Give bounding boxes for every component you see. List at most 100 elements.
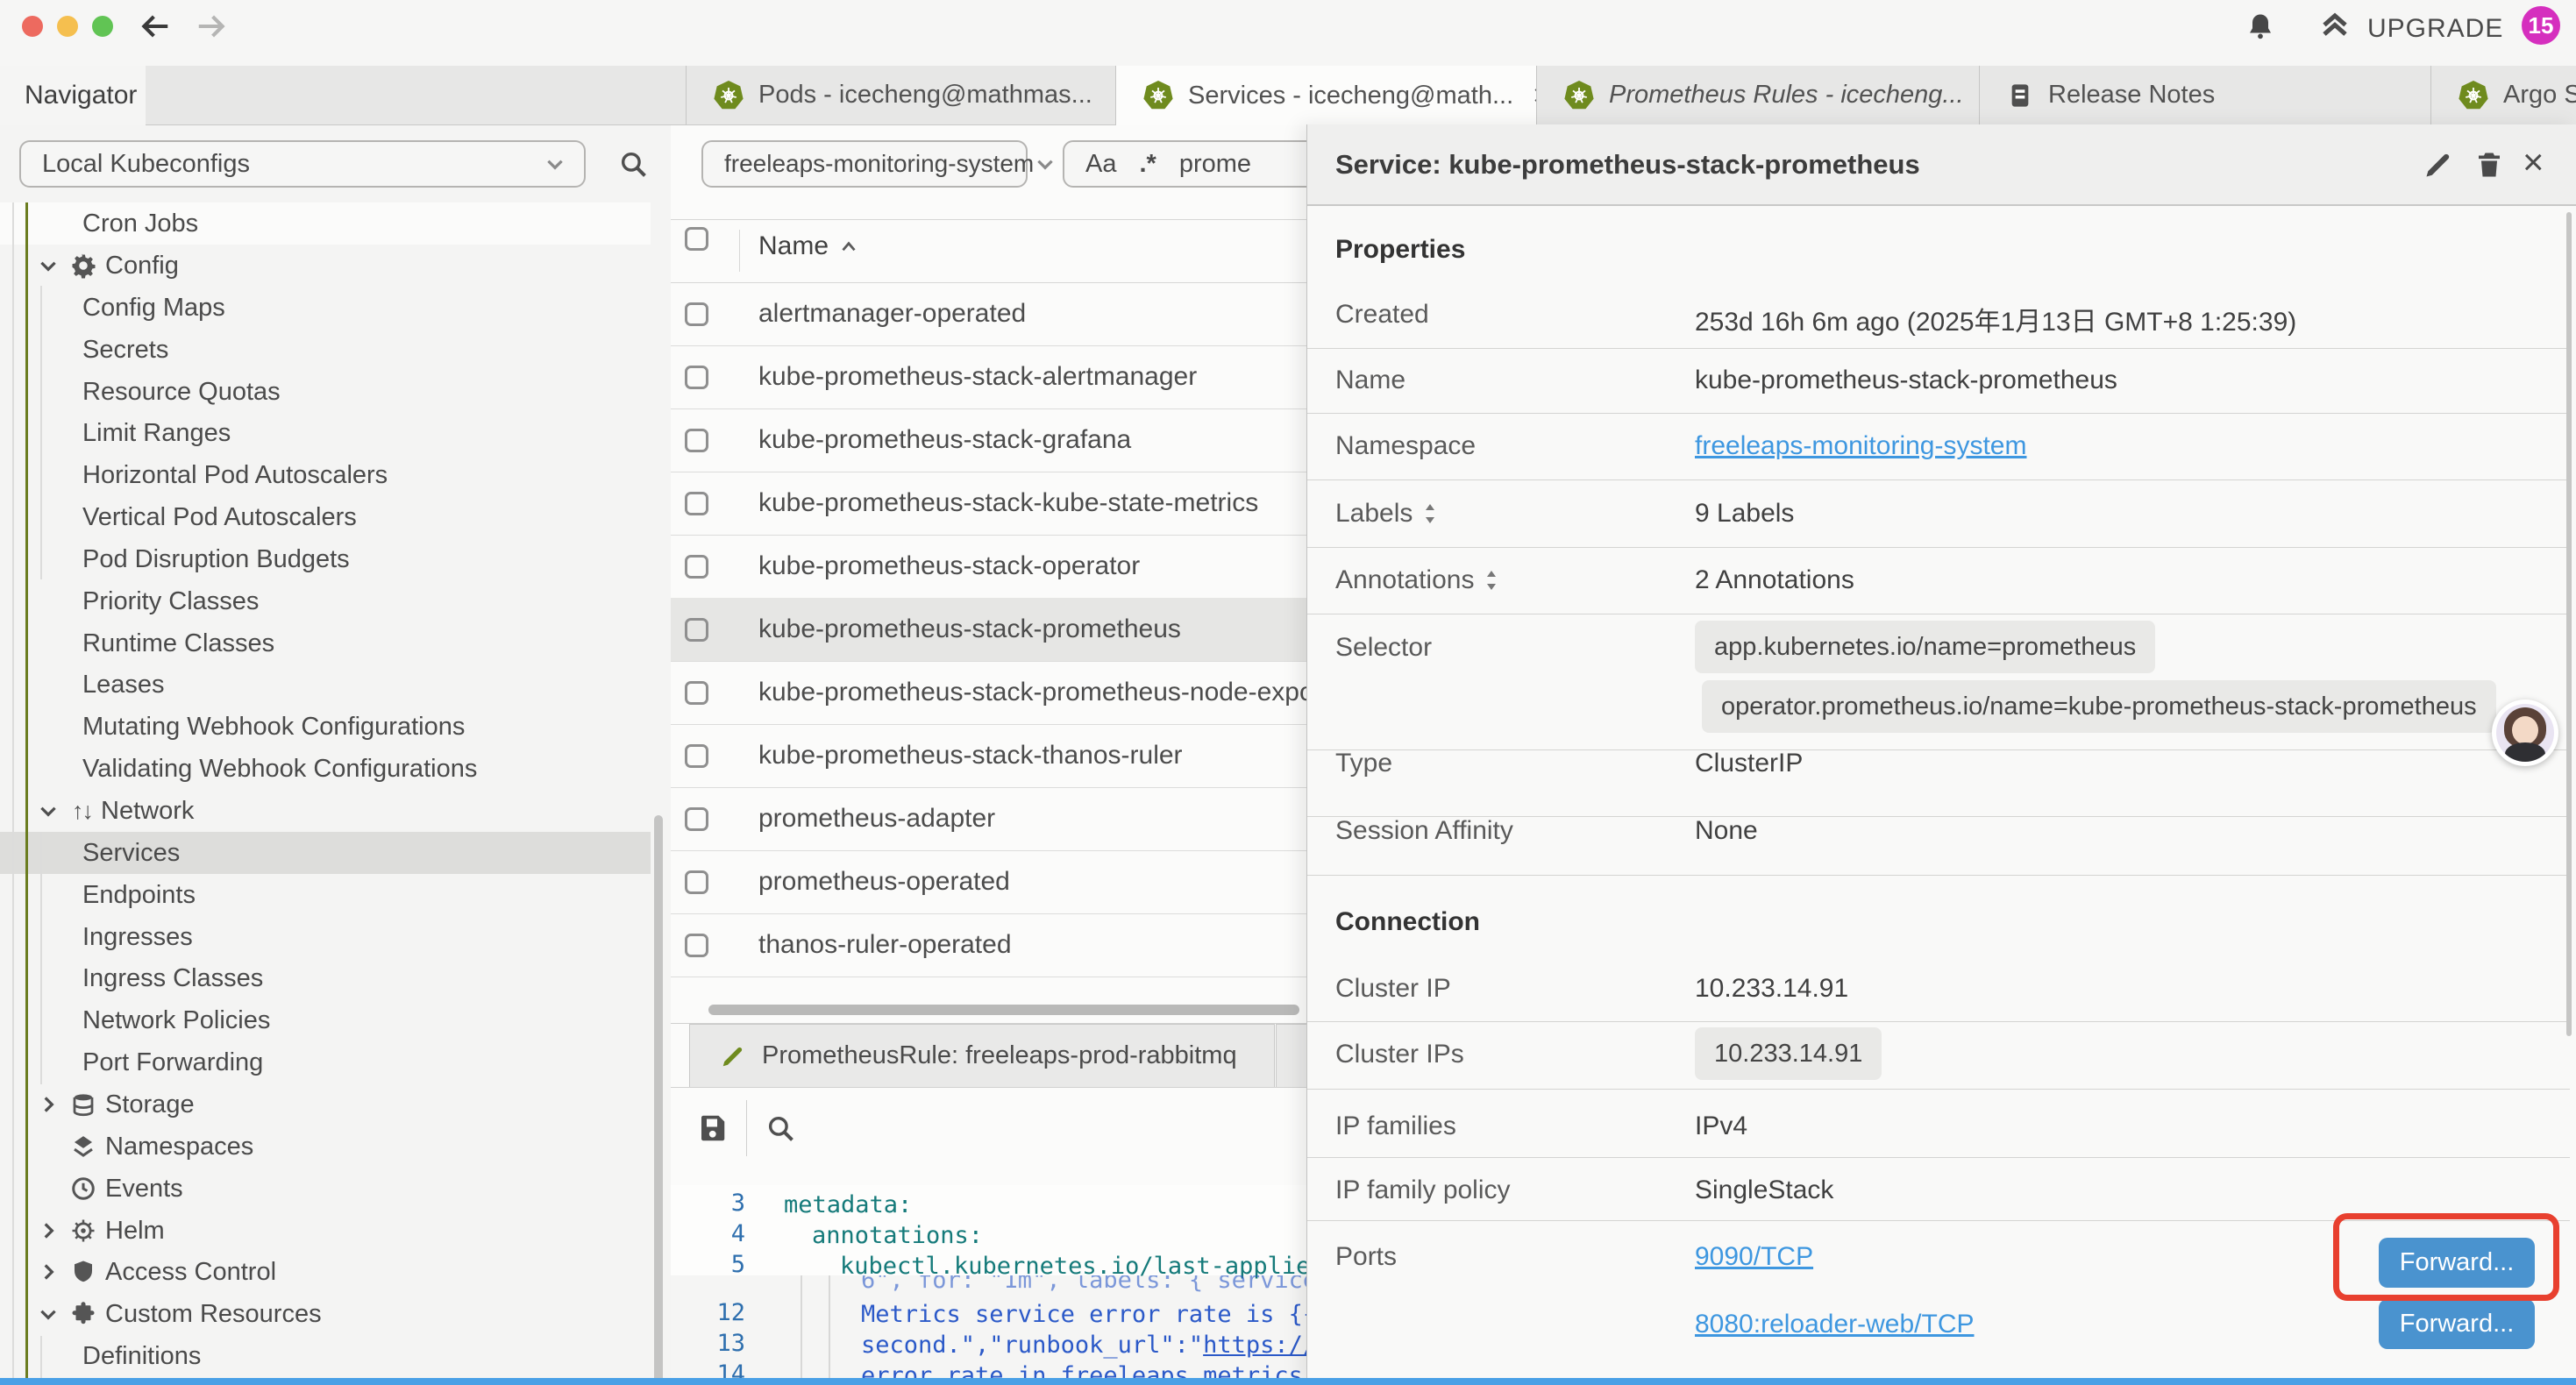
sidebar-item-secrets[interactable]: Secrets — [0, 329, 651, 371]
panel-scrollbar[interactable] — [2566, 212, 2572, 1036]
ip-families-value: IPv4 — [1695, 1112, 1747, 1141]
row-checkbox[interactable] — [685, 302, 708, 326]
sidebar-group-access-control[interactable]: Access Control — [0, 1251, 651, 1293]
selector-label: Selector — [1335, 633, 1432, 663]
namespace-selector[interactable]: freeleaps-monitoring-system — [701, 140, 1028, 188]
sidebar-item-port-forwarding[interactable]: Port Forwarding — [0, 1041, 651, 1083]
port-link-8080[interactable]: 8080:reloader-web/TCP — [1695, 1310, 1975, 1339]
filter-box[interactable]: Aa .* prome — [1063, 140, 1317, 188]
save-icon[interactable] — [696, 1112, 728, 1144]
edit-pencil-icon[interactable] — [2423, 149, 2454, 181]
close-window-button[interactable] — [22, 16, 43, 37]
forward-button[interactable]: Forward... — [2379, 1299, 2535, 1349]
upgrade-icon[interactable] — [2318, 11, 2352, 42]
helm-icon — [70, 1218, 96, 1244]
row-checkbox[interactable] — [685, 807, 708, 831]
regex-toggle[interactable]: .* — [1139, 150, 1156, 179]
sidebar-group-helm[interactable]: Helm — [0, 1210, 651, 1252]
filter-query[interactable]: prome — [1179, 150, 1251, 179]
chevron-right-icon[interactable] — [37, 1261, 60, 1283]
search-icon[interactable] — [765, 1113, 795, 1143]
sidebar-item-config-maps[interactable]: Config Maps — [0, 287, 651, 329]
column-header-name[interactable]: Name — [758, 231, 829, 261]
close-panel-icon[interactable]: × — [2523, 141, 2544, 183]
row-checkbox[interactable] — [685, 870, 708, 894]
sidebar-item-limit-ranges[interactable]: Limit Ranges — [0, 412, 651, 454]
chevron-right-icon[interactable] — [37, 1093, 60, 1116]
sidebar-group-custom-resources[interactable]: Custom Resources — [0, 1293, 651, 1335]
window-title-bar — [0, 0, 2576, 67]
divider — [739, 230, 740, 272]
sidebar-item-priority-classes[interactable]: Priority Classes — [0, 580, 651, 622]
editor-tab-prometheusrule[interactable]: PrometheusRule: freeleaps-prod-rabbitmq — [689, 1024, 1275, 1087]
sidebar-item-validating-webhook-configurations[interactable]: Validating Webhook Configurations — [0, 748, 651, 790]
sidebar-item-pod-disruption-budgets[interactable]: Pod Disruption Budgets — [0, 538, 651, 580]
tab-services[interactable]: Services - icecheng@math... × — [1115, 66, 1537, 125]
session-affinity-value: None — [1695, 816, 1758, 846]
back-icon[interactable] — [139, 10, 172, 43]
navigator-panel-tab[interactable]: Navigator — [0, 66, 146, 125]
sidebar-item-network-policies[interactable]: Network Policies — [0, 999, 651, 1041]
tab-pods[interactable]: Pods - icecheng@mathmas... — [686, 66, 1116, 124]
chevron-down-icon[interactable] — [37, 799, 60, 822]
horizontal-scrollbar[interactable] — [708, 1005, 1299, 1015]
sidebar-item-vertical-pod-autoscalers[interactable]: Vertical Pod Autoscalers — [0, 496, 651, 538]
minimize-window-button[interactable] — [57, 16, 78, 37]
selector-chip: operator.prometheus.io/name=kube-prometh… — [1702, 680, 2496, 733]
select-all-checkbox[interactable] — [685, 227, 708, 251]
row-checkbox[interactable] — [685, 492, 708, 515]
sidebar-item-endpoints[interactable]: Endpoints — [0, 874, 651, 916]
avatar[interactable] — [2492, 700, 2558, 766]
layers-icon — [70, 1133, 96, 1160]
sidebar-group-storage[interactable]: Storage — [0, 1083, 651, 1126]
sidebar-item-namespaces[interactable]: Namespaces — [0, 1126, 651, 1168]
annotations-value[interactable]: 2 Annotations — [1695, 565, 1854, 595]
code-line: annotations: — [812, 1220, 983, 1251]
sidebar-item-definitions[interactable]: Definitions — [0, 1335, 651, 1377]
notifications-bell-icon[interactable] — [2245, 10, 2276, 43]
row-checkbox[interactable] — [685, 555, 708, 579]
expand-collapse-icon[interactable] — [1421, 502, 1439, 525]
search-icon[interactable] — [618, 149, 648, 179]
name-label: Name — [1335, 366, 1405, 395]
sort-ascending-icon[interactable] — [837, 236, 860, 259]
row-checkbox[interactable] — [685, 934, 708, 957]
sidebar-item-events[interactable]: Events — [0, 1168, 651, 1210]
sidebar-item-horizontal-pod-autoscalers[interactable]: Horizontal Pod Autoscalers — [0, 454, 651, 496]
sidebar-scrollbar[interactable] — [654, 815, 663, 1385]
sidebar-group-network[interactable]: ↑↓ Network — [0, 790, 651, 832]
tab-prometheus-rules[interactable]: Prometheus Rules - icecheng... — [1536, 66, 1980, 124]
row-checkbox[interactable] — [685, 366, 708, 389]
kubeconfig-selector[interactable]: Local Kubeconfigs — [19, 140, 586, 188]
row-checkbox[interactable] — [685, 744, 708, 768]
sidebar-item-services[interactable]: Services — [0, 832, 651, 874]
delete-trash-icon[interactable] — [2473, 149, 2505, 181]
chevron-right-icon[interactable] — [37, 1219, 60, 1242]
match-case-toggle[interactable]: Aa — [1085, 150, 1116, 179]
row-checkbox[interactable] — [685, 429, 708, 452]
sidebar-group-config[interactable]: Config — [0, 245, 651, 287]
sidebar-item-ingress-classes[interactable]: Ingress Classes — [0, 957, 651, 999]
sidebar-item-resource-quotas[interactable]: Resource Quotas — [0, 371, 651, 413]
row-checkbox[interactable] — [685, 618, 708, 642]
database-icon — [70, 1091, 96, 1118]
sidebar-item-cron-jobs[interactable]: Cron Jobs — [0, 202, 651, 245]
chevron-down-icon[interactable] — [37, 254, 60, 277]
chevron-down-icon[interactable] — [37, 1303, 60, 1325]
row-checkbox[interactable] — [685, 681, 708, 705]
sidebar-item-leases[interactable]: Leases — [0, 664, 651, 706]
tab-argo[interactable]: Argo Se — [2430, 66, 2576, 124]
labels-label: Labels — [1335, 499, 1439, 529]
upgrade-label[interactable]: UPGRADE — [2367, 14, 2503, 44]
profile-badge[interactable]: 15 — [2522, 6, 2560, 45]
tab-release-notes[interactable]: Release Notes — [1979, 66, 2431, 124]
sidebar-item-ingresses[interactable]: Ingresses — [0, 916, 651, 958]
forward-icon[interactable] — [195, 10, 228, 43]
zoom-window-button[interactable] — [92, 16, 113, 37]
namespace-link[interactable]: freeleaps-monitoring-system — [1695, 431, 2026, 461]
sidebar-item-runtime-classes[interactable]: Runtime Classes — [0, 622, 651, 664]
expand-collapse-icon[interactable] — [1483, 569, 1500, 592]
labels-value[interactable]: 9 Labels — [1695, 499, 1794, 529]
port-link-9090[interactable]: 9090/TCP — [1695, 1242, 1813, 1272]
sidebar-item-mutating-webhook-configurations[interactable]: Mutating Webhook Configurations — [0, 706, 651, 748]
